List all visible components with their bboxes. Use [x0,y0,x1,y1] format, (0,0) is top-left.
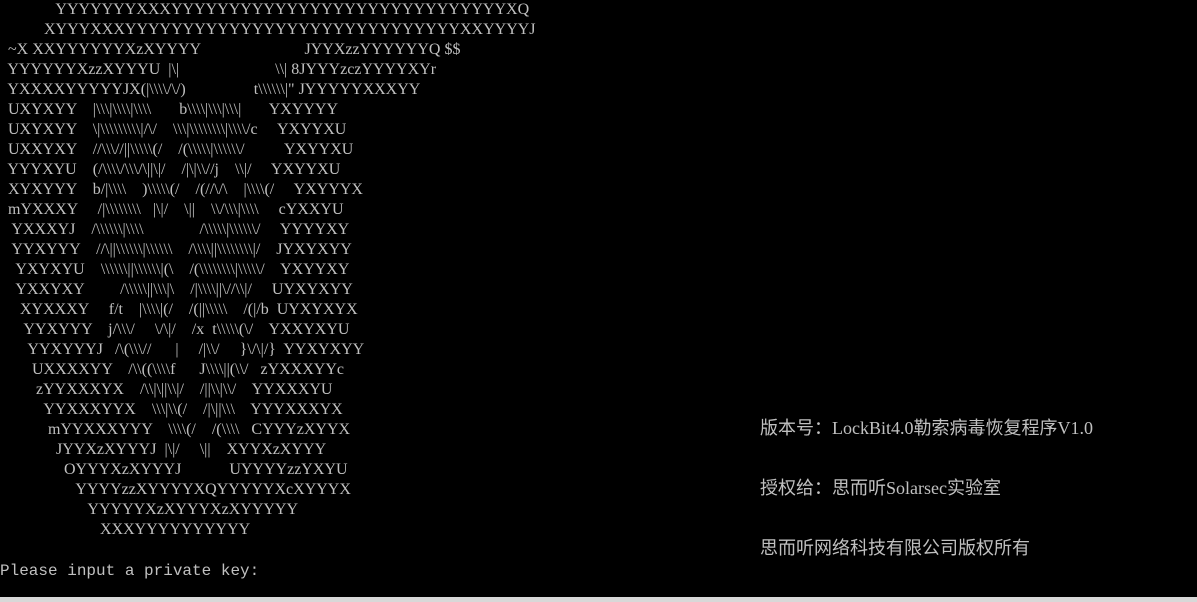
window-bottom-edge [0,597,1197,602]
ascii-art-line: mYXXXY /|\\\\\\\\ |\|/ \|| \\/\\\|\\\\ c… [0,201,344,218]
ascii-art-line: zYYXXXYX /\\|\||\\|/ /||\\|\\/ YYXXXYU [0,381,333,398]
ascii-art-line: ~X XXYYYYYYXzXYYYY JYYXzzYYYYYYQ $$ [0,41,461,58]
ascii-art-line: UXXYXY //\\\//||\\\\\(/ /(\\\\\|\\\\\\/ … [0,141,354,158]
ascii-art-line: YXXXYJ /\\\\\\|\\\\ /\\\\\|\\\\\\/ YYYYX… [0,221,350,238]
ascii-art-line: YYYYYYYXXXYYYYYYYYYYYYYYYYYYYYYYYYYYYYYX… [0,1,530,18]
ascii-art-line: UXYXYY |\\\|\\\\|\\\\ b\\\\|\\\|\\\| YXY… [0,101,339,118]
ascii-art-line: YYXYYYJ /\(\\\// | /|\\/ }\/\|/} YYXYXYY [0,341,365,358]
ascii-art-line: OYYYXzXYYYJ UYYYYzzYXYU [0,461,348,478]
ascii-art-line: YYXYYY j/\\\/ \/\|/ /x t\\\\\(\/ YXXYXYU [0,321,350,338]
ascii-art-line: XYXXXY f/t |\\\\|(/ /(||\\\\\ /(|/b UYXY… [0,301,358,318]
console-window: YYYYYYYXXXYYYYYYYYYYYYYYYYYYYYYYYYYYYYYX… [0,0,1197,602]
license-line: 授权给：思而听Solarsec实验室 [760,478,1001,498]
ascii-art-line: mYYXXXYYY \\\\(/ /(\\\\ CYYYzXYYX [0,421,351,438]
ascii-art-line: YYYXYU (/\\\\/\\\/\||\|/ /|\|\\//j \\|/ … [0,161,341,178]
ascii-art-line: UXXXXYY /\\((\\\\f J\\\\||(\\/ zYXXXYYc [0,361,344,378]
ascii-art-logo: YYYYYYYXXXYYYYYYYYYYYYYYYYYYYYYYYYYYYYYX… [0,0,536,540]
prompt-row: Please input a private key: [0,560,868,582]
ascii-art-line: YYYYzzXYYYYXQYYYYYXcXYYYX [0,481,351,498]
copyright-line: 思而听网络科技有限公司版权所有 [760,538,1030,558]
ascii-art-line: XYYYXXXYYYYYYYYYYYYYYYYYYYYYYYYYYYYYXXYY… [0,21,536,38]
ascii-art-line: XYXYYY b/|\\\\ )\\\\\(/ /(//\/\ |\\\\(/ … [0,181,363,198]
ascii-art-line: YXXYXY /\\\\\||\\\|\ /|\\\\||\//\\|/ UYX… [0,281,353,298]
ascii-art-line: UXYXYY \|\\\\\\\\\|/\/ \\\|\\\\\\\\|\\\\… [0,121,347,138]
ascii-art-line: YYYYYXzXYYYXzXYYYYY [0,501,299,518]
ascii-art-line: YYXYYY //\||\\\\\\|\\\\\\ /\\\\||\\\\\\\… [0,241,352,258]
ascii-art-line: YYYYYYXzzXYYYU |\| \\| 8JYYYzczYYYYXYr [0,61,437,78]
ascii-art-line: JYYXzXYYYJ |\|/ \|| XYYXzXYYY [0,441,327,458]
private-key-input[interactable] [259,562,868,580]
version-line: 版本号：LockBit4.0勒索病毒恢复程序V1.0 [760,418,1093,438]
ascii-art-line: YXYXYU \\\\\\||\\\\\\|(\ /(\\\\\\\\|\\\\… [0,261,350,278]
ascii-art-line: YYXXXYYX \\\|\\(/ /|\||\\\ YYYXXXYX [0,401,343,418]
ascii-art-line: XXXYYYYYYYYYY [0,521,251,538]
private-key-prompt: Please input a private key: [0,562,260,580]
ascii-art-line: YXXXXYYYYYJX(|\\\\/\/) t\\\\\\|" JYYYYYX… [0,81,421,98]
